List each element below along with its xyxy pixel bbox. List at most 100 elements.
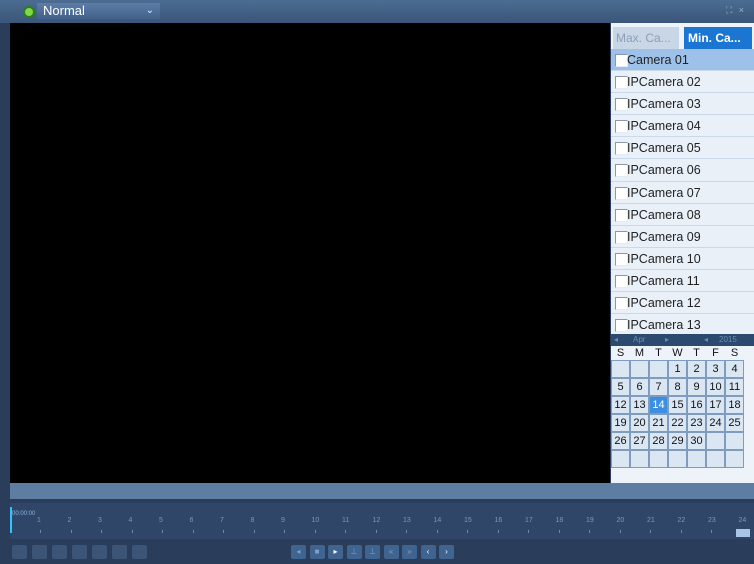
camera-list-item[interactable]: IPCamera 04 <box>611 115 754 138</box>
calendar-day[interactable]: 7 <box>649 378 668 396</box>
camera-name: IPCamera 10 <box>627 251 701 266</box>
calendar-day[interactable]: 25 <box>725 414 744 432</box>
reverse-play-icon[interactable]: ◂ <box>291 545 306 559</box>
prev-year-icon[interactable]: ◂ <box>704 334 708 346</box>
calendar-day <box>630 450 649 468</box>
chevron-down-icon: ⌄ <box>145 5 154 16</box>
calendar-day[interactable]: 12 <box>611 396 630 414</box>
calendar-day[interactable]: 8 <box>668 378 687 396</box>
timeline-tick <box>497 530 499 533</box>
calendar-day[interactable]: 14 <box>649 396 668 414</box>
calendar-day[interactable]: 3 <box>706 360 725 378</box>
timeline-hour-label: 16 <box>494 517 503 524</box>
camera-list-item[interactable]: IPCamera 12 <box>611 292 754 315</box>
slow-icon[interactable]: « <box>383 545 399 559</box>
playback-toolbar: ◂ ■ ▸ ⊥ ⊥ «» ‹ › <box>10 541 754 564</box>
calendar-day <box>725 432 744 450</box>
add-tag-icon[interactable] <box>32 545 47 559</box>
next-month-icon[interactable]: ▸ <box>665 334 669 346</box>
calendar-day <box>611 450 630 468</box>
timeline-ticks: 1 2 3 4 5 6 7 8 9 10 11 12 13 14 15 16 17 18 19 20 21 22 23 24 <box>10 517 746 535</box>
max-camera-button[interactable]: Max. Ca... <box>613 27 679 50</box>
fullscreen-icon[interactable]: ⛶ × <box>726 5 746 16</box>
calendar-day[interactable]: 18 <box>725 396 744 414</box>
calendar-day[interactable]: 15 <box>668 396 687 414</box>
weekday-label: S <box>616 347 625 359</box>
prev-day-icon[interactable]: ‹ <box>420 545 436 559</box>
timeline-tick <box>131 530 133 533</box>
camera-list-item[interactable]: Camera 01 <box>611 49 754 72</box>
timeline-hour-label: 20 <box>616 517 625 524</box>
camera-list-item[interactable]: IPCamera 09 <box>611 225 754 248</box>
calendar-day <box>706 432 725 450</box>
calendar-day[interactable]: 23 <box>687 414 706 432</box>
calendar-day[interactable]: 19 <box>611 414 630 432</box>
calendar-day[interactable]: 1 <box>668 360 687 378</box>
timeline-tick <box>528 530 529 533</box>
timeline-tick <box>650 530 651 533</box>
min-camera-button[interactable]: Min. Ca... <box>684 27 752 50</box>
clip-icon[interactable] <box>12 545 27 559</box>
calendar-day[interactable]: 27 <box>630 432 649 450</box>
tag-manage-icon[interactable] <box>72 545 87 559</box>
calendar-day[interactable]: 2 <box>687 360 706 378</box>
calendar-day[interactable]: 11 <box>725 378 744 396</box>
calendar-day[interactable]: 21 <box>649 414 668 432</box>
camera-name: IPCamera 02 <box>627 75 701 90</box>
camera-list-item[interactable]: IPCamera 06 <box>611 159 754 182</box>
top-bar: Normal ⌄ ⛶ × <box>0 0 754 23</box>
weekday-label: F <box>712 347 719 359</box>
timeline-zoom-icon[interactable] <box>736 529 750 537</box>
camera-name: IPCamera 03 <box>627 97 701 112</box>
weekday-label: T <box>693 347 700 359</box>
timeline-hour-label: 21 <box>647 517 655 524</box>
calendar-day[interactable]: 22 <box>668 414 687 432</box>
calendar-day[interactable]: 30 <box>687 432 706 450</box>
mode-label: Normal <box>43 3 85 18</box>
timeline-hour-label: 2 <box>67 517 72 524</box>
timeline-hour-label: 6 <box>189 517 194 524</box>
camera-list-item[interactable]: IPCamera 05 <box>611 137 754 160</box>
camera-list-item[interactable]: IPCamera 11 <box>611 269 754 293</box>
next-day-icon[interactable]: › <box>439 545 454 559</box>
playback-mode-select[interactable]: Normal ⌄ <box>37 3 160 19</box>
calendar-day[interactable]: 29 <box>668 432 687 450</box>
calendar-day[interactable]: 16 <box>687 396 706 414</box>
video-display[interactable] <box>10 23 610 483</box>
lock-icon[interactable] <box>92 545 107 559</box>
calendar-day[interactable]: 28 <box>649 432 668 450</box>
calendar-day[interactable]: 17 <box>706 396 725 414</box>
camera-list-item[interactable]: IPCamera 02 <box>611 71 754 94</box>
timeline-current-time: 00:00:00 <box>12 511 36 517</box>
zoom-icon[interactable] <box>112 545 127 559</box>
calendar-day[interactable]: 13 <box>630 396 649 414</box>
stop-icon[interactable]: ■ <box>309 545 325 559</box>
scrub-bar[interactable] <box>10 483 754 499</box>
calendar-year: 2015 <box>719 335 737 344</box>
step-back-icon[interactable]: ⊥ <box>346 545 362 559</box>
calendar-day <box>668 450 687 468</box>
scissors-icon[interactable] <box>132 545 147 559</box>
camera-list-item[interactable]: IPCamera 13 <box>611 314 754 334</box>
calendar-day[interactable]: 6 <box>630 378 649 396</box>
prev-month-icon[interactable]: ◂ <box>614 334 618 346</box>
calendar-day[interactable]: 9 <box>687 378 706 396</box>
timeline-tick <box>162 530 163 533</box>
camera-list-item[interactable]: IPCamera 10 <box>611 247 754 270</box>
step-forward-icon[interactable]: ⊥ <box>365 545 380 559</box>
camera-list-item[interactable]: IPCamera 07 <box>611 181 754 204</box>
calendar-day[interactable]: 4 <box>725 360 744 378</box>
play-icon[interactable]: ▸ <box>328 545 343 559</box>
calendar-day[interactable]: 10 <box>706 378 725 396</box>
custom-tag-icon[interactable] <box>52 545 67 559</box>
fast-icon[interactable]: » <box>402 545 417 559</box>
timeline-hour-label: 18 <box>555 517 564 524</box>
timeline[interactable]: 00:00:00 1 2 3 4 5 6 7 8 9 10 11 12 13 14 15 16 17 18 19 20… <box>10 503 754 539</box>
calendar-day[interactable]: 24 <box>706 414 725 432</box>
camera-list-item[interactable]: IPCamera 03 <box>611 93 754 116</box>
camera-list-item[interactable]: IPCamera 08 <box>611 203 754 226</box>
calendar-day[interactable]: 26 <box>611 432 630 450</box>
calendar-day[interactable]: 20 <box>630 414 649 432</box>
calendar-day[interactable]: 5 <box>611 378 630 396</box>
camera-name: IPCamera 09 <box>627 229 701 244</box>
